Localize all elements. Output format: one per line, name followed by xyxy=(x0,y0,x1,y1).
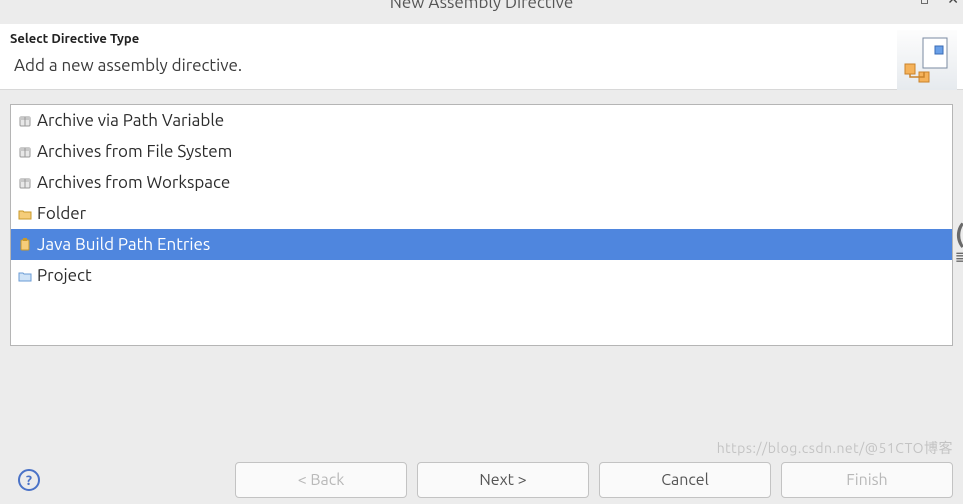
jar-icon xyxy=(17,237,33,253)
list-item-label: Project xyxy=(37,266,92,285)
folder-icon xyxy=(17,206,33,222)
list-item-label: Java Build Path Entries xyxy=(37,235,210,254)
cancel-button[interactable]: Cancel xyxy=(599,462,771,498)
next-button[interactable]: Next > xyxy=(417,462,589,498)
list-item-label: Archives from File System xyxy=(37,142,232,161)
archive-icon xyxy=(17,113,33,129)
archive-icon xyxy=(17,144,33,160)
window-title: New Assembly Directive xyxy=(390,0,573,12)
list-item[interactable]: Archive via Path Variable xyxy=(11,105,952,136)
archive-icon xyxy=(17,175,33,191)
list-item[interactable]: Project xyxy=(11,260,952,291)
watermark: https://blog.csdn.net/@51CTO博客 xyxy=(717,438,953,458)
list-item-label: Archives from Workspace xyxy=(37,173,230,192)
content-area: Archive via Path Variable Archives from F… xyxy=(0,90,963,456)
header-title: Select Directive Type xyxy=(10,32,953,46)
titlebar: New Assembly Directive ▫ ✕ xyxy=(0,0,963,24)
finish-button[interactable]: Finish xyxy=(781,462,953,498)
list-item-label: Folder xyxy=(37,204,86,223)
dialog-window: New Assembly Directive ▫ ✕ Select Direct… xyxy=(0,0,963,504)
list-item[interactable]: Archives from Workspace xyxy=(11,167,952,198)
back-button[interactable]: < Back xyxy=(235,462,407,498)
header-description: Add a new assembly directive. xyxy=(14,56,953,75)
minimize-button[interactable]: ▫ xyxy=(920,0,930,2)
dialog-footer: ? < Back Next > Cancel Finish xyxy=(0,456,963,504)
list-item[interactable]: Folder xyxy=(11,198,952,229)
directive-type-list[interactable]: Archive via Path Variable Archives from F… xyxy=(10,104,953,346)
directive-icon xyxy=(897,30,957,90)
list-item-label: Archive via Path Variable xyxy=(37,111,224,130)
project-icon xyxy=(17,268,33,284)
edge-decoration: (≣ xyxy=(955,225,963,267)
help-icon[interactable]: ? xyxy=(18,469,40,491)
close-button[interactable]: ✕ xyxy=(947,0,959,2)
dialog-header: Select Directive Type Add a new assembly… xyxy=(0,24,963,90)
window-controls: ▫ ✕ xyxy=(920,0,959,2)
list-item[interactable]: Archives from File System xyxy=(11,136,952,167)
list-item[interactable]: Java Build Path Entries xyxy=(11,229,952,260)
